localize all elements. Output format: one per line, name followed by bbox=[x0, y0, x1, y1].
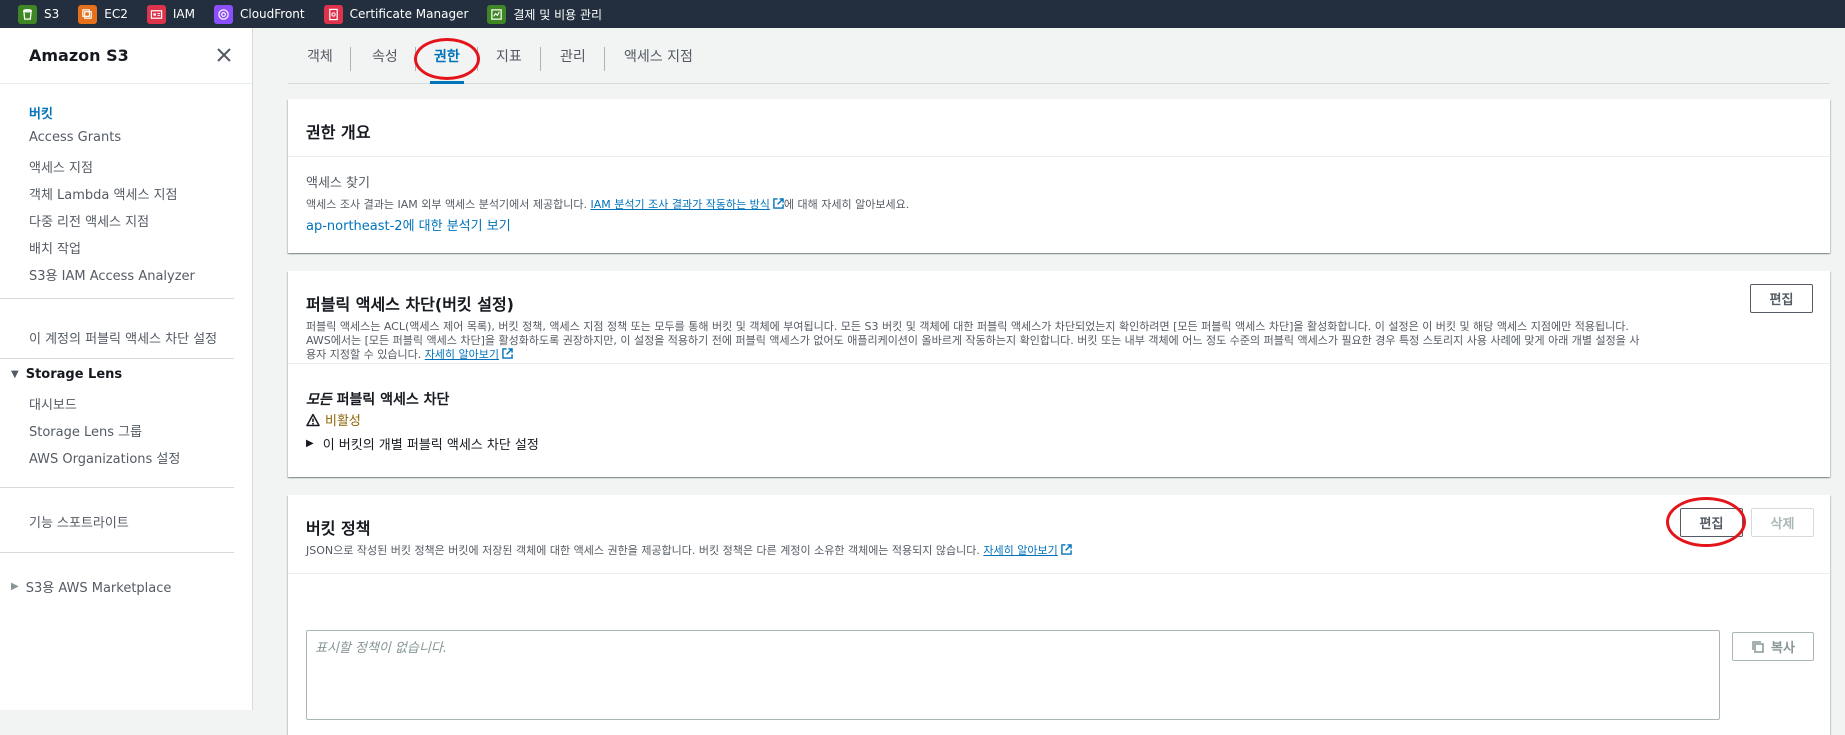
copy-button[interactable]: 복사 bbox=[1732, 632, 1814, 661]
bucket-policy-title: 버킷 정책 bbox=[306, 519, 371, 538]
sidebar-header: Amazon S3 bbox=[0, 28, 252, 84]
tab-objects[interactable]: 객체 bbox=[307, 28, 333, 84]
learn-more-link[interactable]: 자세히 알아보기 bbox=[983, 544, 1057, 557]
delete-bucket-policy-button[interactable]: 삭제 bbox=[1751, 508, 1814, 537]
sidebar-item-buckets[interactable]: 버킷 bbox=[29, 103, 53, 122]
favorite-iam[interactable]: IAM bbox=[146, 4, 195, 24]
permissions-overview-panel: 권한 개요 액세스 찾기 액세스 조사 결과는 IAM 외부 액세스 분석기에서… bbox=[288, 99, 1830, 253]
certificate-manager-icon bbox=[323, 4, 343, 24]
sidebar-divider bbox=[0, 487, 234, 488]
favorite-s3[interactable]: S3 bbox=[18, 4, 59, 24]
sidebar-item-account-block-public[interactable]: 이 계정의 퍼블릭 액세스 차단 설정 bbox=[29, 328, 217, 347]
billing-icon bbox=[487, 4, 507, 24]
external-link-icon bbox=[1058, 544, 1072, 557]
divider bbox=[288, 363, 1830, 364]
sidebar-item-access-points[interactable]: 액세스 지점 bbox=[29, 157, 93, 176]
divider bbox=[288, 573, 1830, 574]
sidebar-item-feature-spotlight[interactable]: 기능 스포트라이트 bbox=[29, 512, 129, 531]
sidebar-item-marketplace[interactable]: ▶ S3용 AWS Marketplace bbox=[11, 577, 171, 596]
tab-divider bbox=[350, 47, 351, 71]
block-public-access-title: 퍼블릭 액세스 차단(버킷 설정) bbox=[306, 295, 514, 314]
sidebar-item-object-lambda[interactable]: 객체 Lambda 액세스 지점 bbox=[29, 184, 177, 203]
sidebar-item-organizations-settings[interactable]: AWS Organizations 설정 bbox=[29, 448, 180, 467]
tab-management[interactable]: 관리 bbox=[560, 28, 586, 84]
tab-divider bbox=[415, 47, 416, 71]
favorites-bar: S3 EC2 IAM CloudFront Certificate Manage… bbox=[0, 0, 1845, 28]
cloudfront-icon bbox=[213, 4, 233, 24]
status-badge: 비활성 bbox=[306, 410, 361, 429]
sidebar-item-access-analyzer[interactable]: S3용 IAM Access Analyzer bbox=[29, 265, 195, 284]
favorite-ec2[interactable]: EC2 bbox=[78, 4, 128, 24]
sidebar: Amazon S3 버킷 Access Grants 액세스 지점 객체 Lam… bbox=[0, 28, 253, 710]
tab-properties[interactable]: 속성 bbox=[372, 28, 398, 84]
permissions-overview-title: 권한 개요 bbox=[306, 123, 371, 142]
tab-divider bbox=[604, 47, 605, 71]
sidebar-divider bbox=[0, 358, 234, 359]
access-finding-desc: 액세스 조사 결과는 IAM 외부 액세스 분석기에서 제공합니다. IAM 분… bbox=[306, 198, 910, 211]
external-link-icon bbox=[770, 198, 784, 211]
sidebar-item-storage-lens-groups[interactable]: Storage Lens 그룹 bbox=[29, 421, 142, 440]
sidebar-item-access-grants[interactable]: Access Grants bbox=[29, 130, 121, 145]
tab-divider bbox=[540, 47, 541, 71]
ec2-icon bbox=[78, 4, 98, 24]
block-public-access-panel: 퍼블릭 액세스 차단(버킷 설정) 퍼블릭 액세스는 ACL(액세스 제어 목록… bbox=[288, 271, 1830, 477]
close-icon[interactable] bbox=[216, 47, 232, 63]
policy-viewer[interactable]: 표시할 정책이 없습니다. bbox=[306, 630, 1720, 720]
tab-bar: 객체 속성 권한 지표 관리 액세스 지점 bbox=[288, 28, 1830, 84]
caret-right-icon: ▶ bbox=[306, 438, 314, 449]
edit-bucket-policy-button[interactable]: 편집 bbox=[1680, 508, 1743, 537]
caret-right-icon: ▶ bbox=[11, 581, 19, 592]
sidebar-divider bbox=[0, 298, 234, 299]
bucket-policy-desc: JSON으로 작성된 버킷 정책은 버킷에 저장된 객체에 대한 액세스 권한을… bbox=[306, 544, 1812, 558]
external-link-icon bbox=[499, 348, 513, 361]
s3-icon bbox=[18, 4, 37, 24]
block-all-public-title: 모든 퍼블릭 액세스 차단 bbox=[306, 392, 450, 408]
sidebar-title: Amazon S3 bbox=[29, 46, 129, 65]
individual-settings-expander[interactable]: ▶ 이 버킷의 개별 퍼블릭 액세스 차단 설정 bbox=[306, 434, 539, 453]
tab-permissions[interactable]: 권한 bbox=[430, 28, 464, 84]
tab-access-points[interactable]: 액세스 지점 bbox=[624, 28, 693, 84]
warning-icon bbox=[306, 413, 320, 426]
favorite-cloudfront[interactable]: CloudFront bbox=[213, 4, 305, 24]
iam-icon bbox=[146, 4, 166, 24]
block-public-access-desc: 퍼블릭 액세스는 ACL(액세스 제어 목록), 버킷 정책, 액세스 지점 정… bbox=[306, 320, 1640, 361]
sidebar-item-batch-operations[interactable]: 배치 작업 bbox=[29, 238, 81, 257]
bucket-policy-panel: 버킷 정책 JSON으로 작성된 버킷 정책은 버킷에 저장된 객체에 대한 액… bbox=[288, 495, 1830, 735]
tab-metrics[interactable]: 지표 bbox=[496, 28, 522, 84]
learn-more-link[interactable]: 자세히 알아보기 bbox=[425, 348, 499, 361]
favorite-certificate-manager[interactable]: Certificate Manager bbox=[323, 4, 468, 24]
view-analyzer-link[interactable]: ap-northeast-2에 대한 분석기 보기 bbox=[306, 215, 511, 234]
copy-icon bbox=[1752, 640, 1764, 653]
edit-block-public-button[interactable]: 편집 bbox=[1750, 284, 1813, 313]
favorite-billing[interactable]: 결제 및 비용 관리 bbox=[487, 4, 602, 24]
sidebar-divider bbox=[0, 552, 234, 553]
caret-down-icon: ▼ bbox=[11, 369, 19, 380]
iam-analyzer-link[interactable]: IAM 분석기 조사 결과가 작동하는 방식 bbox=[591, 198, 770, 211]
sidebar-item-dashboards[interactable]: 대시보드 bbox=[29, 394, 77, 413]
tab-divider bbox=[477, 47, 478, 71]
divider bbox=[288, 156, 1830, 157]
access-finding-label: 액세스 찾기 bbox=[306, 176, 370, 191]
sidebar-item-multi-region[interactable]: 다중 리전 액세스 지점 bbox=[29, 211, 149, 230]
sidebar-section-storage-lens[interactable]: ▼ Storage Lens bbox=[11, 367, 122, 382]
